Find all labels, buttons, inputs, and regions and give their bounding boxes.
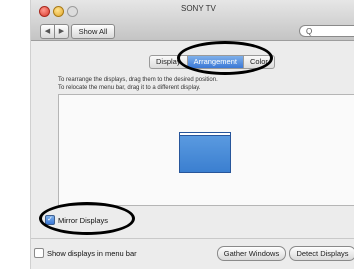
back-forward-control: ◀ ▶ [40,24,69,39]
annotation-circle-mirror [39,202,135,235]
system-preferences-window: SONY TV ◀ ▶ Show All Q Display Arrangeme… [31,0,354,269]
arrange-instruction-text: To rearrange the displays, drag them to … [58,77,218,83]
display-thumbnail[interactable] [179,135,231,173]
show-in-menu-bar-row[interactable]: Show displays in menu bar [34,248,137,258]
gather-windows-button[interactable]: Gather Windows [217,246,286,261]
show-all-button[interactable]: Show All [71,24,115,39]
menubar-instruction-text: To relocate the menu bar, drag it to a d… [58,85,201,91]
title-bar: SONY TV ◀ ▶ Show All Q [31,0,354,41]
show-in-menu-bar-checkbox[interactable] [34,248,44,258]
detect-displays-button[interactable]: Detect Displays [289,246,354,261]
background-left-edge [0,0,31,269]
close-window-button[interactable] [39,6,50,17]
annotation-circle-arrangement [177,41,273,75]
show-in-menu-bar-label: Show displays in menu bar [47,248,137,258]
search-icon: Q [306,27,313,36]
zoom-window-button[interactable] [67,6,78,17]
forward-arrow-icon[interactable]: ▶ [54,25,68,38]
back-arrow-icon[interactable]: ◀ [41,25,54,38]
window-title: SONY TV [181,4,216,13]
minimize-window-button[interactable] [53,6,64,17]
search-field[interactable]: Q [299,25,354,37]
bottom-separator [31,238,354,239]
